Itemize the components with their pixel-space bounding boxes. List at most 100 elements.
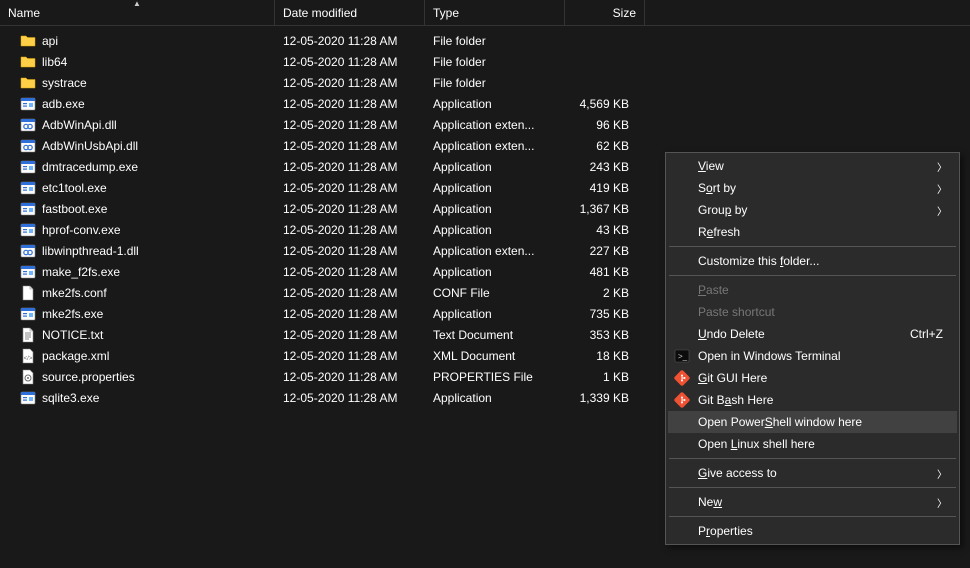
menu-item-undo-delete[interactable]: Undo DeleteCtrl+Z <box>668 323 957 345</box>
git-icon <box>674 370 690 386</box>
menu-item-paste-shortcut: Paste shortcut <box>668 301 957 323</box>
column-header-date[interactable]: Date modified <box>275 0 425 25</box>
menu-item-customize-this-folder[interactable]: Customize this folder... <box>668 250 957 272</box>
file-size: 1,367 KB <box>565 200 645 218</box>
menu-item-paste: Paste <box>668 279 957 301</box>
column-label: Size <box>613 6 636 20</box>
file-size: 96 KB <box>565 116 645 134</box>
submenu-arrow-icon: 〉 <box>937 203 947 218</box>
menu-item-new[interactable]: New 〉 <box>668 491 957 513</box>
file-date: 12-05-2020 11:28 AM <box>275 116 425 134</box>
file-type: Application <box>425 263 565 281</box>
file-name: package.xml <box>42 349 109 363</box>
sort-ascending-icon: ▲ <box>133 0 141 8</box>
file-name: NOTICE.txt <box>42 328 103 342</box>
file-date: 12-05-2020 11:28 AM <box>275 158 425 176</box>
file-date: 12-05-2020 11:28 AM <box>275 242 425 260</box>
file-date: 12-05-2020 11:28 AM <box>275 263 425 281</box>
folder-icon <box>20 75 36 91</box>
menu-item-label: Open PowerShell window here <box>698 415 862 429</box>
file-name: adb.exe <box>42 97 85 111</box>
menu-item-label: Git Bash Here <box>698 393 773 407</box>
file-name: make_f2fs.exe <box>42 265 120 279</box>
file-type: Application <box>425 305 565 323</box>
menu-item-git-gui-here[interactable]: Git GUI Here <box>668 367 957 389</box>
file-type: XML Document <box>425 347 565 365</box>
file-name: AdbWinUsbApi.dll <box>42 139 138 153</box>
file-row[interactable]: adb.exe12-05-2020 11:28 AMApplication4,5… <box>0 93 970 114</box>
menu-item-open-linux-shell-here[interactable]: Open Linux shell here <box>668 433 957 455</box>
file-size: 243 KB <box>565 158 645 176</box>
file-name: etc1tool.exe <box>42 181 107 195</box>
column-header-name[interactable]: Name ▲ <box>0 0 275 25</box>
column-header-size[interactable]: Size <box>565 0 645 25</box>
file-type: Application <box>425 221 565 239</box>
file-date: 12-05-2020 11:28 AM <box>275 137 425 155</box>
file-size: 1,339 KB <box>565 389 645 407</box>
menu-item-label: Paste shortcut <box>698 305 775 319</box>
file-date: 12-05-2020 11:28 AM <box>275 389 425 407</box>
file-type: Application <box>425 200 565 218</box>
file-row[interactable]: AdbWinApi.dll12-05-2020 11:28 AMApplicat… <box>0 114 970 135</box>
conf-icon <box>20 285 36 301</box>
menu-item-refresh[interactable]: Refresh <box>668 221 957 243</box>
file-name: lib64 <box>42 55 67 69</box>
file-size: 481 KB <box>565 263 645 281</box>
menu-item-label: View <box>698 159 724 173</box>
file-date: 12-05-2020 11:28 AM <box>275 32 425 50</box>
folder-icon <box>20 33 36 49</box>
file-name: dmtracedump.exe <box>42 160 138 174</box>
menu-item-label: Give access to <box>698 466 777 480</box>
exe-icon <box>20 222 36 238</box>
file-name: mke2fs.exe <box>42 307 103 321</box>
menu-separator <box>669 516 956 517</box>
column-label: Date modified <box>283 6 357 20</box>
menu-item-sort-by[interactable]: Sort by〉 <box>668 177 957 199</box>
submenu-arrow-icon: 〉 <box>937 159 947 174</box>
menu-item-open-in-windows-terminal[interactable]: Open in Windows Terminal <box>668 345 957 367</box>
prop-icon <box>20 369 36 385</box>
file-type: Application exten... <box>425 242 565 260</box>
menu-item-view[interactable]: View 〉 <box>668 155 957 177</box>
file-size <box>565 81 645 85</box>
file-type: File folder <box>425 53 565 71</box>
menu-item-properties[interactable]: Properties <box>668 520 957 542</box>
context-menu: View〉Sort by〉Group by〉RefreshCustomize t… <box>665 152 960 545</box>
column-header-type[interactable]: Type <box>425 0 565 25</box>
file-row[interactable]: lib6412-05-2020 11:28 AMFile folder <box>0 51 970 72</box>
menu-item-label: New <box>698 495 722 509</box>
file-size: 2 KB <box>565 284 645 302</box>
file-name: mke2fs.conf <box>42 286 107 300</box>
file-size: 419 KB <box>565 179 645 197</box>
file-row[interactable]: api 12-05-2020 11:28 AMFile folder <box>0 30 970 51</box>
file-date: 12-05-2020 11:28 AM <box>275 347 425 365</box>
column-label: Type <box>433 6 459 20</box>
menu-item-open-powershell-window-here[interactable]: Open PowerShell window here <box>668 411 957 433</box>
file-date: 12-05-2020 11:28 AM <box>275 179 425 197</box>
file-type: Application exten... <box>425 116 565 134</box>
git-icon <box>674 392 690 408</box>
file-name: api <box>42 34 58 48</box>
file-date: 12-05-2020 11:28 AM <box>275 368 425 386</box>
menu-item-git-bash-here[interactable]: Git Bash Here <box>668 389 957 411</box>
dll-icon <box>20 117 36 133</box>
file-size <box>565 60 645 64</box>
folder-icon <box>20 54 36 70</box>
menu-separator <box>669 487 956 488</box>
menu-item-group-by[interactable]: Group by〉 <box>668 199 957 221</box>
submenu-arrow-icon: 〉 <box>937 181 947 196</box>
file-type: PROPERTIES File <box>425 368 565 386</box>
file-type: File folder <box>425 32 565 50</box>
file-size: 227 KB <box>565 242 645 260</box>
file-row[interactable]: systrace12-05-2020 11:28 AMFile folder <box>0 72 970 93</box>
file-type: File folder <box>425 74 565 92</box>
submenu-arrow-icon: 〉 <box>937 495 947 510</box>
file-name: sqlite3.exe <box>42 391 99 405</box>
menu-item-label: Paste <box>698 283 729 297</box>
file-size: 1 KB <box>565 368 645 386</box>
menu-separator <box>669 246 956 247</box>
file-size: 4,569 KB <box>565 95 645 113</box>
menu-item-give-access-to[interactable]: Give access to〉 <box>668 462 957 484</box>
file-name: hprof-conv.exe <box>42 223 121 237</box>
menu-item-label: Customize this folder... <box>698 254 819 268</box>
